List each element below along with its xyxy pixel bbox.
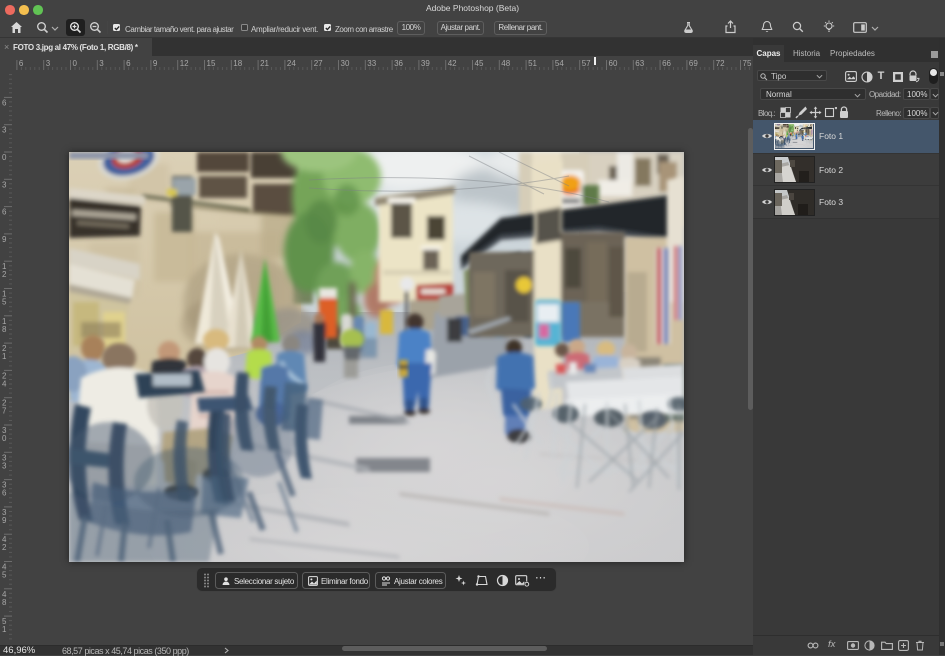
svg-text:69: 69 xyxy=(689,59,698,68)
svg-text:2: 2 xyxy=(2,270,7,279)
svg-text:66: 66 xyxy=(662,59,671,68)
svg-text:6: 6 xyxy=(2,489,7,498)
svg-text:6: 6 xyxy=(2,208,7,217)
svg-text:42: 42 xyxy=(448,59,457,68)
svg-text:6: 6 xyxy=(19,59,24,68)
svg-text:45: 45 xyxy=(475,59,484,68)
svg-text:2: 2 xyxy=(2,543,7,552)
svg-text:60: 60 xyxy=(609,59,618,68)
svg-text:54: 54 xyxy=(555,59,564,68)
svg-text:6: 6 xyxy=(2,98,7,107)
svg-text:8: 8 xyxy=(2,598,7,607)
svg-text:1: 1 xyxy=(2,625,7,634)
svg-text:57: 57 xyxy=(582,59,591,68)
svg-text:3: 3 xyxy=(2,461,7,470)
svg-text:9: 9 xyxy=(2,516,7,525)
svg-text:4: 4 xyxy=(2,379,7,388)
svg-text:24: 24 xyxy=(287,59,296,68)
svg-text:0: 0 xyxy=(2,434,7,443)
svg-text:3: 3 xyxy=(99,59,104,68)
svg-text:1: 1 xyxy=(2,352,7,361)
svg-text:0: 0 xyxy=(2,153,7,162)
svg-text:63: 63 xyxy=(635,59,644,68)
svg-text:72: 72 xyxy=(716,59,725,68)
svg-text:51: 51 xyxy=(528,59,537,68)
svg-text:3: 3 xyxy=(46,59,51,68)
svg-text:30: 30 xyxy=(341,59,350,68)
svg-text:5: 5 xyxy=(2,571,7,580)
svg-text:15: 15 xyxy=(207,59,216,68)
svg-text:33: 33 xyxy=(367,59,376,68)
svg-text:5: 5 xyxy=(2,298,7,307)
svg-text:39: 39 xyxy=(421,59,430,68)
svg-text:27: 27 xyxy=(314,59,323,68)
svg-text:9: 9 xyxy=(153,59,158,68)
svg-text:6: 6 xyxy=(126,59,131,68)
svg-text:75: 75 xyxy=(743,59,752,68)
svg-text:12: 12 xyxy=(180,59,189,68)
svg-text:7: 7 xyxy=(2,407,7,416)
svg-text:3: 3 xyxy=(2,126,7,135)
svg-text:8: 8 xyxy=(2,325,7,334)
svg-text:9: 9 xyxy=(2,235,7,244)
svg-text:21: 21 xyxy=(260,59,269,68)
svg-text:36: 36 xyxy=(394,59,403,68)
svg-text:18: 18 xyxy=(233,59,242,68)
svg-text:0: 0 xyxy=(73,59,78,68)
svg-text:3: 3 xyxy=(2,180,7,189)
svg-text:48: 48 xyxy=(501,59,510,68)
